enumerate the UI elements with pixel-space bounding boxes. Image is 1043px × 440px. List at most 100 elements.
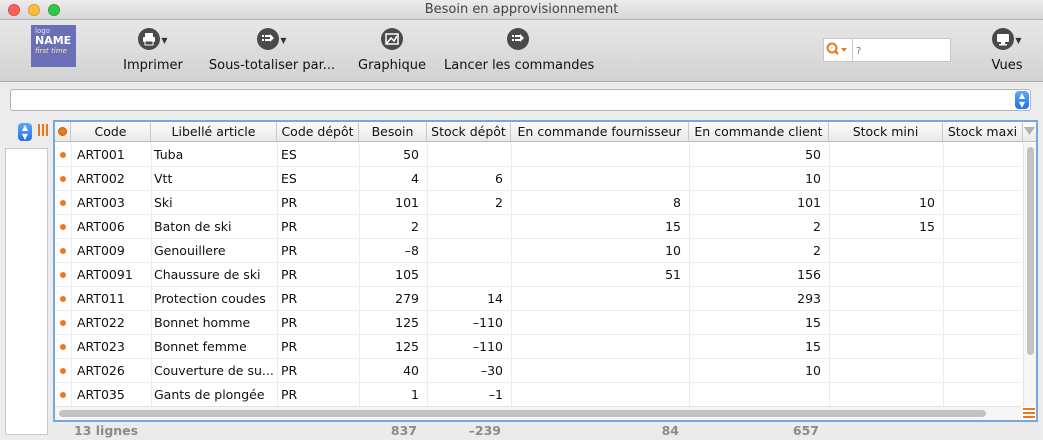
title-bar: Besoin en approvisionnement <box>0 0 1043 20</box>
table-row[interactable]: ART026 Couverture de su... PR 40 –30 10 <box>55 359 1021 383</box>
company-logo: logo NAME first time <box>31 25 76 67</box>
cell-stock-mini <box>829 143 935 167</box>
cell-stock-depot <box>427 263 503 287</box>
cell-stock-maxi <box>943 383 1017 407</box>
header-besoin[interactable]: Besoin <box>359 122 427 141</box>
cell-cmd-client: 101 <box>797 195 821 210</box>
cell-label: Couverture de su... <box>154 363 274 378</box>
filter-combo[interactable]: ▲ ▼ <box>10 89 1031 111</box>
cell-cmd-fournisseur <box>511 167 681 191</box>
print-button[interactable]: ▼ Imprimer <box>122 28 184 73</box>
header-stock-maxi[interactable]: Stock maxi <box>943 122 1023 141</box>
table-row[interactable]: ART023 Bonnet femme PR 125 –110 15 <box>55 335 1021 359</box>
table-row[interactable]: ART002 Vtt ES 4 6 10 <box>55 167 1021 191</box>
row-status-dot-icon <box>60 248 66 254</box>
header-stock-depot[interactable]: Stock dépôt <box>427 122 511 141</box>
horizontal-scroll-thumb[interactable] <box>59 410 986 417</box>
printer-icon <box>138 28 161 50</box>
cell-stock-mini <box>829 263 935 287</box>
status-dot-icon <box>58 127 67 136</box>
cell-depot: ES <box>281 147 297 162</box>
cell-cmd-client: 50 <box>805 147 821 162</box>
cell-cmd-fournisseur: 51 <box>665 267 681 282</box>
chart-icon <box>381 28 403 50</box>
window-title: Besoin en approvisionnement <box>424 2 619 17</box>
header-code[interactable]: Code <box>71 122 151 141</box>
side-panel <box>5 148 48 435</box>
cell-stock-mini <box>829 335 935 359</box>
table-row[interactable]: ART022 Bonnet homme PR 125 –110 15 <box>55 311 1021 335</box>
table-row[interactable]: ART006 Baton de ski PR 2 15 2 15 <box>55 215 1021 239</box>
header-status-col[interactable] <box>55 122 71 141</box>
cell-depot: PR <box>281 339 298 354</box>
cell-depot: ES <box>281 171 297 186</box>
cell-depot: PR <box>281 219 298 234</box>
launch-orders-button-label: Lancer les commandes <box>444 58 595 73</box>
filter-stepper-icon[interactable]: ▲ ▼ <box>1015 91 1029 109</box>
cell-stock-maxi <box>943 311 1017 335</box>
header-label[interactable]: Libellé article <box>151 122 277 141</box>
search-input[interactable] <box>852 38 951 62</box>
horizontal-scrollbar[interactable] <box>55 406 1021 420</box>
table-row[interactable]: ART001 Tuba ES 50 50 <box>55 143 1021 167</box>
cell-stock-mini <box>829 167 935 191</box>
cell-besoin: –8 <box>404 243 419 258</box>
cell-label: Baton de ski <box>154 219 232 234</box>
row-status-dot-icon <box>60 368 66 374</box>
chevron-down-icon: ▼ <box>1015 36 1022 45</box>
subtotal-button[interactable]: ▼ Sous-totaliser par... <box>207 28 337 73</box>
chart-button-label: Graphique <box>358 58 426 73</box>
cell-cmd-fournisseur: 10 <box>665 243 681 258</box>
views-button[interactable]: ▼ Vues <box>984 28 1030 73</box>
column-bars-icon[interactable] <box>38 121 50 136</box>
chevron-down-icon: ▼ <box>161 36 168 45</box>
cell-code: ART0091 <box>77 267 133 282</box>
cell-depot: PR <box>281 195 298 210</box>
table-row[interactable]: ART035 Gants de plongée PR 1 –1 <box>55 383 1021 407</box>
cell-stock-depot <box>427 215 503 239</box>
cell-code: ART022 <box>77 315 125 330</box>
monitor-icon <box>992 28 1015 50</box>
cell-stock-depot: 6 <box>495 171 503 186</box>
cell-besoin: 2 <box>411 219 419 234</box>
cell-besoin: 279 <box>395 291 419 306</box>
vertical-scroll-thumb[interactable] <box>1027 147 1034 355</box>
cell-depot: PR <box>281 363 298 378</box>
cell-code: ART011 <box>77 291 125 306</box>
chart-button[interactable]: Graphique <box>356 28 428 73</box>
cell-stock-maxi <box>943 191 1017 215</box>
cell-cmd-fournisseur <box>511 143 681 167</box>
header-cmd-fournisseur[interactable]: En commande fournisseur <box>511 122 689 141</box>
cell-depot: PR <box>281 267 298 282</box>
cell-stock-mini <box>829 383 935 407</box>
table-row[interactable]: ART003 Ski PR 101 2 8 101 10 <box>55 191 1021 215</box>
table-options-menu-icon[interactable] <box>1022 407 1036 419</box>
cell-cmd-client: 156 <box>797 267 821 282</box>
header-depot[interactable]: Code dépôt <box>277 122 359 141</box>
header-stock-mini[interactable]: Stock mini <box>829 122 943 141</box>
cell-cmd-fournisseur <box>511 359 681 383</box>
total-stock-depot: –239 <box>468 423 501 438</box>
cell-cmd-fournisseur: 8 <box>673 195 681 210</box>
launch-orders-button[interactable]: Lancer les commandes <box>444 28 595 73</box>
cell-stock-maxi <box>943 263 1017 287</box>
row-status-dot-icon <box>60 344 66 350</box>
header-cmd-client[interactable]: En commande client <box>689 122 829 141</box>
cell-stock-maxi <box>943 143 1017 167</box>
cell-cmd-client: 10 <box>805 171 821 186</box>
row-status-dot-icon <box>60 224 66 230</box>
cell-label: Bonnet homme <box>154 315 251 330</box>
search-options-button[interactable] <box>823 38 853 62</box>
cell-besoin: 4 <box>411 171 419 186</box>
level-stepper-icon[interactable]: ▲ ▼ <box>18 123 32 141</box>
cell-depot: PR <box>281 387 298 402</box>
cell-code: ART026 <box>77 363 125 378</box>
cell-stock-depot: –1 <box>488 387 503 402</box>
table-row[interactable]: ART009 Genouillere PR –8 10 2 <box>55 239 1021 263</box>
table-row[interactable]: ART011 Protection coudes PR 279 14 293 <box>55 287 1021 311</box>
search-box[interactable] <box>823 38 951 62</box>
vertical-scrollbar[interactable] <box>1023 143 1036 407</box>
table-row[interactable]: ART0091 Chaussure de ski PR 105 51 156 <box>55 263 1021 287</box>
row-status-dot-icon <box>60 320 66 326</box>
cell-label: Ski <box>154 195 173 210</box>
